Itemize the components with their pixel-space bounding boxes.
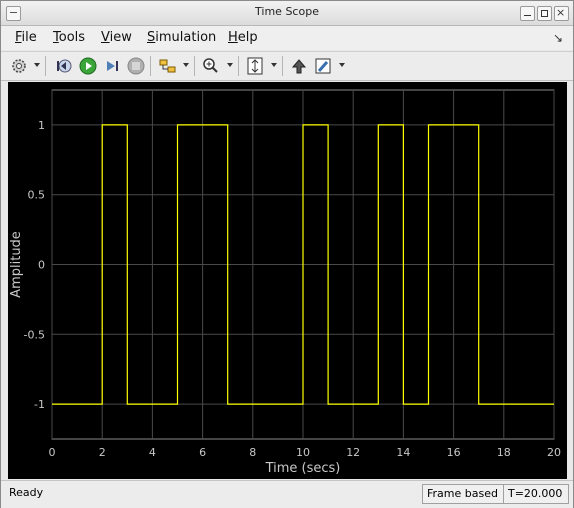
menu-simulation[interactable]: Simulation: [147, 30, 216, 45]
x-tick-label: 16: [447, 446, 461, 459]
close-icon[interactable]: ×: [554, 6, 569, 21]
x-tick-label: 0: [49, 446, 56, 459]
menu-bar: File Tools View Simulation Help ↘: [1, 26, 573, 50]
toolbar-separator: [150, 56, 151, 76]
status-text: Ready: [9, 486, 44, 499]
signal-select-dropdown-icon[interactable]: [183, 63, 189, 67]
stop-icon[interactable]: [126, 55, 146, 77]
title-bar: Time Scope ×: [1, 1, 573, 26]
minimize-icon[interactable]: [520, 6, 535, 21]
style-icon[interactable]: [313, 55, 333, 77]
x-tick-label: 10: [296, 446, 310, 459]
toolbar: [1, 51, 573, 81]
scale-axes-dropdown-icon[interactable]: [271, 63, 277, 67]
x-tick-label: 12: [346, 446, 360, 459]
x-tick-label: 14: [396, 446, 410, 459]
highlight-block-icon[interactable]: [289, 55, 309, 77]
y-tick-label: 0.5: [28, 189, 46, 202]
x-axis-label: Time (secs): [265, 461, 341, 476]
zoom-dropdown-icon[interactable]: [227, 63, 233, 67]
zoom-in-icon[interactable]: [201, 55, 221, 77]
gear-dropdown-icon[interactable]: [34, 63, 40, 67]
toolbar-separator: [282, 56, 283, 76]
toolbar-separator: [45, 56, 46, 76]
y-axis-label: Amplitude: [9, 231, 24, 298]
x-tick-label: 6: [199, 446, 206, 459]
dock-icon[interactable]: ↘: [553, 31, 563, 45]
y-tick-label: 0: [38, 259, 45, 272]
x-tick-label: 2: [99, 446, 106, 459]
window-title: Time Scope: [255, 5, 319, 18]
run-icon[interactable]: [78, 55, 98, 77]
x-tick-label: 20: [547, 446, 561, 459]
maximize-icon[interactable]: [537, 6, 552, 21]
toolbar-separator: [194, 56, 195, 76]
scope-display[interactable]: 0 2 4 6 8 10 12 14 16 18 20 1 0.5 0 -0.5 -1 Time (secs) A…: [8, 82, 567, 479]
x-tick-label: 8: [249, 446, 256, 459]
style-dropdown-icon[interactable]: [339, 63, 345, 67]
time-scope-window: Time Scope × File Tools View Simulation …: [0, 0, 574, 508]
menu-tools[interactable]: Tools: [53, 30, 85, 45]
status-bar: Ready Frame based T=20.000: [1, 480, 573, 508]
step-back-icon[interactable]: [54, 55, 74, 77]
menu-view[interactable]: View: [101, 30, 132, 45]
simulation-time-indicator: T=20.000: [503, 484, 569, 504]
toolbar-separator: [238, 56, 239, 76]
x-tick-label: 18: [497, 446, 511, 459]
signal-line: [52, 124, 554, 405]
scope-plot[interactable]: 0 2 4 6 8 10 12 14 16 18 20 1 0.5 0 -0.5 -1 Time (secs) A…: [8, 82, 567, 479]
menu-file[interactable]: File: [15, 30, 37, 45]
scale-axes-icon[interactable]: [245, 55, 265, 77]
step-forward-icon[interactable]: [102, 55, 122, 77]
frame-mode-indicator: Frame based: [422, 484, 505, 504]
y-tick-label: -0.5: [24, 328, 45, 341]
gear-icon[interactable]: [9, 55, 29, 77]
x-tick-label: 4: [149, 446, 156, 459]
y-tick-label: 1: [38, 119, 45, 132]
y-tick-label: -1: [34, 398, 45, 411]
menu-help[interactable]: Help: [228, 30, 258, 45]
signal-select-icon[interactable]: [157, 55, 179, 77]
